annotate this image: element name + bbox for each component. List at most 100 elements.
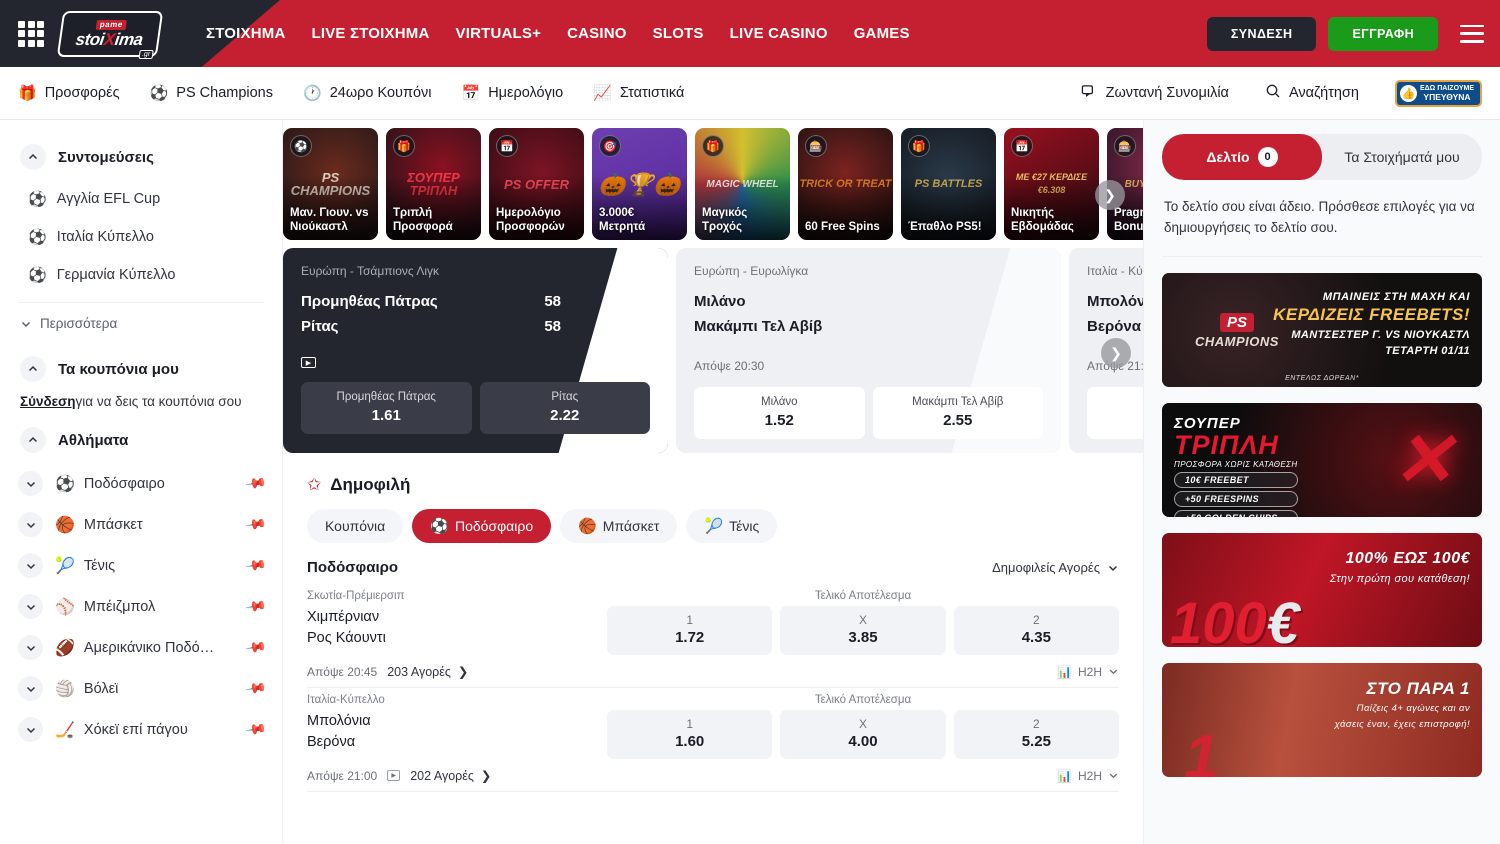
sidebar-section-shortcuts[interactable]: Συντομεύσεις (18, 132, 264, 180)
chevron-down-icon[interactable] (18, 512, 43, 537)
odd-button-x[interactable]: X 4.00 (780, 710, 945, 759)
sidebar-sport-ice-hockey[interactable]: 🏒 Χόκεϊ επί πάγου 📌 (18, 709, 264, 750)
odd-button[interactable]: Προμηθέας Πάτρας 1.61 (301, 382, 472, 434)
promo-tile[interactable]: 🎃🏆🎃 🎯 3.000€ Μετρητά (592, 128, 687, 240)
live-matches-carousel: Ευρώπη - Τσάμπιονς Λιγκ Προμηθέας Πάτρας… (283, 248, 1143, 463)
signup-button[interactable]: ΕΓΓΡΑΦΗ (1328, 17, 1438, 51)
sidebar-item-efl-cup[interactable]: ⚽ Αγγλία EFL Cup (18, 180, 264, 218)
promos-next-arrow[interactable]: ❯ (1095, 180, 1125, 210)
apps-grid-icon[interactable] (18, 21, 44, 47)
odd-button[interactable]: Ρίτας 2.22 (480, 382, 651, 434)
live-chat-button[interactable]: Ζωντανή Συνομιλία (1081, 83, 1229, 104)
sidebar-more-button[interactable]: Περισσότερα (18, 303, 264, 344)
chevron-up-icon (20, 356, 46, 382)
match-markets-link[interactable]: 202 Αγορές ❯ (410, 768, 491, 783)
chevron-down-icon[interactable] (18, 635, 43, 660)
sidebar-item-germany-cup[interactable]: ⚽ Γερμανία Κύπελλο (18, 256, 264, 294)
subnav-item-calendar[interactable]: 📅 Ημερολόγιο (462, 85, 564, 101)
h2h-button[interactable]: 📊 H2H (1057, 665, 1119, 679)
subnav-item-offers[interactable]: 🎁 Προσφορές (18, 85, 120, 101)
odd-button-2[interactable]: 2 4.35 (954, 606, 1119, 655)
odd-label: 1 (1091, 396, 1143, 408)
sidebar-section-sports[interactable]: Αθλήματα (18, 415, 264, 463)
tab-tennis[interactable]: 🎾 Τένις (686, 509, 777, 543)
subnav-item-ps-champions[interactable]: ⚽ PS Champions (150, 85, 273, 101)
tab-betslip[interactable]: Δελτίο 0 (1162, 134, 1322, 180)
table-row[interactable]: Ιταλία-Κύπελλο Μπολόνια Βερόνα Τελικό Απ… (307, 688, 1119, 792)
pin-icon[interactable]: 📌 (243, 595, 267, 619)
tab-coupons[interactable]: Κουπόνια (307, 509, 403, 543)
nav-item-slots[interactable]: SLOTS (653, 25, 704, 42)
tab-football[interactable]: ⚽ Ποδόσφαιρο (412, 509, 551, 543)
promo-banner-sto-para-1[interactable]: 1 ΣΤΟ ΠΑΡΑ 1 Παίζεις 4+ αγώνες και αν χά… (1162, 663, 1482, 777)
search-button[interactable]: Αναζήτηση (1265, 83, 1359, 103)
chevron-down-icon[interactable] (18, 676, 43, 701)
chevron-down-icon[interactable] (18, 553, 43, 578)
promo-tile[interactable]: PS BATTLES 🎁 Έπαθλο PS5! (901, 128, 996, 240)
pin-icon[interactable]: 📌 (243, 636, 267, 660)
odd-button-x[interactable]: X 3.85 (780, 606, 945, 655)
tab-basketball[interactable]: 🏀 Μπάσκετ (560, 509, 677, 543)
odd-button[interactable]: Μιλάνο 1.52 (694, 387, 865, 439)
odd-button-1[interactable]: 1 1.60 (607, 710, 772, 759)
responsible-gaming-badge[interactable]: 👍 ΕΔΩ ΠΑΙΖΟΥΜΕ ΥΠΕΥΘΥΝΑ (1395, 80, 1482, 107)
odd-button[interactable]: Μακάμπι Τελ Αβίβ 2.55 (873, 387, 1044, 439)
promo-banner-super-tripli[interactable]: ✕ ΣΟΥΠΕΡ ΤΡΙΠΛΗ ΠΡΟΣΦΟΡΑ ΧΩΡΙΣ ΚΑΤΑΘΕΣΗ … (1162, 403, 1482, 517)
live-stream-icon[interactable]: ▶ (301, 357, 316, 368)
sidebar-sport-tennis[interactable]: 🎾 Τένις 📌 (18, 545, 264, 586)
sidebar-sport-volleyball[interactable]: 🏐 Βόλεϊ 📌 (18, 668, 264, 709)
sidebar-sport-american-football[interactable]: 🏈 Αμερικάνικο Ποδόσ… 📌 (18, 627, 264, 668)
match-away-team: Βερόνα (307, 732, 607, 753)
chevron-down-icon[interactable] (18, 717, 43, 742)
nav-item-live-stoixima[interactable]: LIVE ΣΤΟΙΧΗΜΑ (312, 25, 430, 42)
nav-item-games[interactable]: GAMES (854, 25, 910, 42)
nav-item-stoixima[interactable]: ΣΤΟΙΧΗΜΑ (206, 25, 286, 42)
sidebar-item-italy-cup[interactable]: ⚽ Ιταλία Κύπελλο (18, 218, 264, 256)
pin-icon[interactable]: 📌 (243, 554, 267, 578)
betslip-tabs: Δελτίο 0 Τα Στοιχήματά μου (1162, 134, 1482, 180)
live-match-card[interactable]: Ευρώπη - Τσάμπιονς Λιγκ Προμηθέας Πάτρας… (283, 248, 668, 453)
pin-icon[interactable]: 📌 (243, 472, 267, 496)
odd-button[interactable]: 1 1.6 (1087, 387, 1143, 439)
popular-markets-dropdown[interactable]: Δημοφιλείς Αγορές (992, 560, 1119, 575)
promo-tile[interactable]: ΣΟΥΠΕΡ ΤΡΙΠΛΗ 🎁 Τριπλή Προσφορά (386, 128, 481, 240)
promo-tile[interactable]: PS CHAMPIONS ⚽ Μαν. Γιουν. vs Νιούκαστλ (283, 128, 378, 240)
promo-tile[interactable]: PS OFFER 📅 Ημερολόγιο Προσφορών (489, 128, 584, 240)
sidebar-more-label: Περισσότερα (40, 316, 117, 331)
sidebar-sport-basketball[interactable]: 🏀 Μπάσκετ 📌 (18, 504, 264, 545)
sidebar-login-link[interactable]: Σύνδεση (20, 394, 76, 409)
sidebar-section-my-coupons[interactable]: Τα κουπόνια μου (18, 344, 264, 392)
live-match-card[interactable]: Ευρώπη - Ευρωλίγκα Μιλάνο Μακάμπι Τελ Αβ… (676, 248, 1061, 453)
promo-tile[interactable]: ΜΕ €27 ΚΕΡΔΙΣΕ €6.308 📅 Νικητής Εβδομάδα… (1004, 128, 1099, 240)
soccer-ball-icon: ⚽ (28, 268, 47, 283)
sidebar-sport-baseball[interactable]: ⚾ Μπέιζμπολ 📌 (18, 586, 264, 627)
table-row[interactable]: Σκωτία-Πρέμιερσιπ Χιμπέρνιαν Ρος Κάουντι… (307, 584, 1119, 688)
promo-banner-welcome-bonus[interactable]: 100€ 100% ΕΩΣ 100€ Στην πρώτη σου κατάθε… (1162, 533, 1482, 647)
nav-item-casino[interactable]: CASINO (567, 25, 627, 42)
odd-button-1[interactable]: 1 1.72 (607, 606, 772, 655)
nav-item-live-casino[interactable]: LIVE CASINO (730, 25, 828, 42)
nav-item-virtuals[interactable]: VIRTUALS+ (456, 25, 542, 42)
match-markets-link[interactable]: 203 Αγορές ❯ (387, 664, 468, 679)
live-matches-next-arrow[interactable]: ❯ (1101, 338, 1131, 368)
login-button[interactable]: ΣΥΝΔΕΣΗ (1207, 17, 1317, 51)
promo-banner-ps-champions[interactable]: PS CHAMPIONS ΜΠΑΙΝΕΙΣ ΣΤΗ ΜΑΧΗ ΚΑΙ ΚΕΡΔΙ… (1162, 273, 1482, 387)
pin-icon[interactable]: 📌 (243, 513, 267, 537)
pin-icon[interactable]: 📌 (243, 677, 267, 701)
subnav-item-24h-coupon[interactable]: 🕐 24ωρο Κουπόνι (303, 85, 432, 101)
tab-my-bets[interactable]: Τα Στοιχήματά μου (1322, 134, 1482, 180)
site-logo[interactable]: pame stoiXima .gr (58, 9, 162, 59)
odd-button-2[interactable]: 2 5.25 (954, 710, 1119, 759)
hamburger-menu-icon[interactable] (1460, 25, 1484, 43)
live-card-home-name: Μπολόνι (1087, 289, 1143, 314)
h2h-button[interactable]: 📊 H2H (1057, 769, 1119, 783)
subnav-item-statistics[interactable]: 📈 Στατιστικά (593, 85, 684, 101)
promo-tile[interactable]: MAGIC WHEEL 🎁 Μαγικός Τροχός (695, 128, 790, 240)
chevron-down-icon[interactable] (18, 594, 43, 619)
popular-markets-label: Δημοφιλείς Αγορές (992, 560, 1100, 575)
sport-label-volleyball: Βόλεϊ (84, 681, 118, 697)
sidebar-sport-football[interactable]: ⚽ Ποδόσφαιρο 📌 (18, 463, 264, 504)
pin-icon[interactable]: 📌 (243, 718, 267, 742)
chevron-down-icon[interactable] (18, 471, 43, 496)
promo-tile[interactable]: TRICK OR TREAT 🎰 60 Free Spins (798, 128, 893, 240)
